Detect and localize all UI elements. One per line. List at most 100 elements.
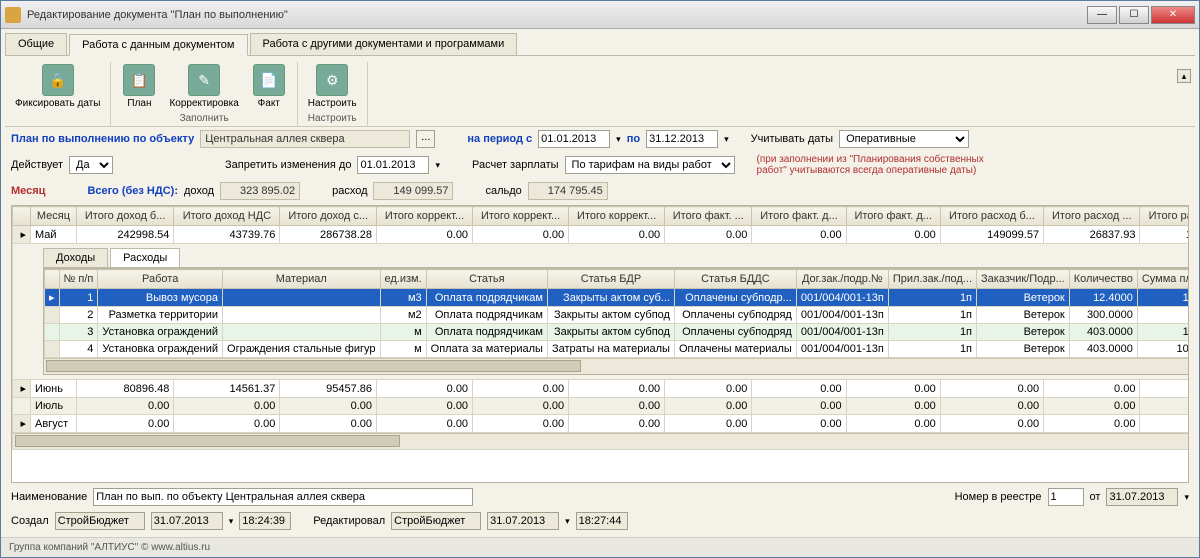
subtab-income[interactable]: Доходы xyxy=(43,248,108,267)
scroll-up-button[interactable]: ▴ xyxy=(1177,69,1191,83)
total-label: Всего (без НДС): xyxy=(87,185,178,197)
grid-col-header[interactable]: Итого доход б... xyxy=(76,207,173,226)
summary-grid[interactable]: МесяцИтого доход б...Итого доход НДСИтог… xyxy=(11,205,1189,483)
grid-hscroll[interactable] xyxy=(13,433,1189,449)
expense-label: расход xyxy=(332,185,367,197)
detail-hscroll[interactable] xyxy=(44,358,1189,374)
correction-button[interactable]: ✎Корректировка xyxy=(163,62,244,111)
salary-select[interactable]: По тарифам на виды работ xyxy=(565,156,735,174)
period-from-label: на период с xyxy=(467,133,532,145)
detail-col-header[interactable]: Статья БДДС xyxy=(674,270,796,289)
detail-col-header[interactable]: Дог.зак./подр.№ xyxy=(796,270,888,289)
tab-general[interactable]: Общие xyxy=(5,33,67,55)
active-select[interactable]: Да xyxy=(69,156,113,174)
grid-col-header[interactable]: Итого факт. д... xyxy=(752,207,846,226)
reg-label: Номер в реестре xyxy=(955,491,1042,503)
fact-button[interactable]: 📄Факт xyxy=(245,62,293,111)
dates-note: (при заполнении из "Планирования собстве… xyxy=(757,154,1017,176)
correction-icon: ✎ xyxy=(188,64,220,96)
detail-col-header[interactable]: Сумма план. бе... xyxy=(1137,270,1189,289)
detail-row[interactable]: 3Установка ограждениймОплата подрядчикам… xyxy=(45,324,1190,341)
detail-row[interactable]: ▸1Вывоз мусорам3Оплата подрядчикамЗакрыт… xyxy=(45,289,1190,307)
name-label: Наименование xyxy=(11,491,87,503)
salary-label: Расчет зарплаты xyxy=(472,159,559,171)
grid-col-header[interactable]: Итого факт. ... xyxy=(665,207,752,226)
grid-col-header[interactable]: Итого коррект... xyxy=(377,207,473,226)
detail-col-header[interactable]: Статья БДР xyxy=(547,270,674,289)
forbid-date-input[interactable] xyxy=(357,156,429,174)
fact-icon: 📄 xyxy=(253,64,285,96)
calendar-lock-icon: 🔒 xyxy=(42,64,74,96)
saldo-value: 174 795.45 xyxy=(528,182,608,200)
object-label: План по выполнению по объекту xyxy=(11,133,194,145)
ribbon-group-fill: Заполнить xyxy=(115,111,292,126)
main-tabs: Общие Работа с данным документом Работа … xyxy=(5,33,1195,56)
grid-row[interactable]: Июль0.000.000.000.000.000.000.000.000.00… xyxy=(13,398,1190,415)
month-label: Месяц xyxy=(11,185,45,197)
detail-col-header[interactable]: Работа xyxy=(98,270,223,289)
saldo-label: сальдо xyxy=(485,185,521,197)
detail-row[interactable]: 4Установка огражденийОграждения стальные… xyxy=(45,341,1190,358)
reg-number-input[interactable] xyxy=(1048,488,1084,506)
grid-col-header[interactable]: Итого доход с... xyxy=(280,207,377,226)
tab-other-docs[interactable]: Работа с другими документами и программа… xyxy=(250,33,518,55)
income-value: 323 895.02 xyxy=(220,182,300,200)
tab-work-doc[interactable]: Работа с данным документом xyxy=(69,34,247,56)
edited-by xyxy=(391,512,481,530)
created-time xyxy=(239,512,291,530)
grid-col-header[interactable]: Итого доход НДС xyxy=(174,207,280,226)
period-from-input[interactable] xyxy=(538,130,610,148)
grid-col-header[interactable]: Итого расход с... xyxy=(1140,207,1189,226)
detail-col-header[interactable]: Прил.зак./под... xyxy=(888,270,976,289)
take-dates-select[interactable]: Оперативные xyxy=(839,130,969,148)
name-input[interactable] xyxy=(93,488,473,506)
created-by xyxy=(55,512,145,530)
grid-col-header[interactable]: Месяц xyxy=(31,207,77,226)
grid-col-header[interactable]: Итого коррект... xyxy=(569,207,665,226)
maximize-button[interactable]: ☐ xyxy=(1119,6,1149,24)
expense-value: 149 099.57 xyxy=(373,182,453,200)
window-title: Редактирование документа "План по выполн… xyxy=(27,9,1087,21)
object-field[interactable]: Центральная аллея сквера xyxy=(200,130,410,148)
detail-row[interactable]: 2Разметка территориим2Оплата подрядчикам… xyxy=(45,307,1190,324)
statusbar: Группа компаний "АЛТИУС" © www.altius.ru xyxy=(1,537,1199,557)
close-button[interactable]: ✕ xyxy=(1151,6,1195,24)
ribbon: 🔒Фиксировать даты 📋План ✎Корректировка 📄… xyxy=(5,58,1195,127)
created-label: Создал xyxy=(11,515,49,527)
income-label: доход xyxy=(184,185,214,197)
plan-button[interactable]: 📋План xyxy=(115,62,163,111)
settings-button[interactable]: ⚙Настроить xyxy=(302,62,363,111)
detail-col-header[interactable]: Количество xyxy=(1069,270,1137,289)
edited-label: Редактировал xyxy=(313,515,385,527)
grid-col-header[interactable]: Итого факт. д... xyxy=(846,207,940,226)
edited-date xyxy=(487,512,559,530)
edited-time xyxy=(576,512,628,530)
grid-col-header[interactable]: Итого коррект... xyxy=(473,207,569,226)
fix-dates-button[interactable]: 🔒Фиксировать даты xyxy=(9,62,106,111)
subtab-expense[interactable]: Расходы xyxy=(110,248,180,267)
grid-row[interactable]: ▸Май242998.5443739.76286738.280.000.000.… xyxy=(13,226,1190,244)
take-dates-label: Учитывать даты xyxy=(751,133,833,145)
titlebar: Редактирование документа "План по выполн… xyxy=(1,1,1199,29)
grid-col-header[interactable]: Итого расход ... xyxy=(1044,207,1140,226)
detail-col-header[interactable]: Заказчик/Подр... xyxy=(977,270,1070,289)
app-icon xyxy=(5,7,21,23)
ribbon-group-settings: Настроить xyxy=(302,111,363,126)
detail-col-header[interactable]: Материал xyxy=(223,270,380,289)
minimize-button[interactable]: — xyxy=(1087,6,1117,24)
plan-icon: 📋 xyxy=(123,64,155,96)
reg-date-input[interactable] xyxy=(1106,488,1178,506)
period-to-input[interactable] xyxy=(646,130,718,148)
grid-row[interactable]: ▸Июнь80896.4814561.3795457.860.000.000.0… xyxy=(13,380,1190,398)
reg-from-label: от xyxy=(1090,491,1101,503)
grid-row[interactable]: ▸Август0.000.000.000.000.000.000.000.000… xyxy=(13,415,1190,433)
detail-grid[interactable]: № п/пРаботаМатериалед.изм.СтатьяСтатья Б… xyxy=(43,268,1189,375)
detail-col-header[interactable]: № п/п xyxy=(59,270,98,289)
grid-col-header[interactable]: Итого расход б... xyxy=(940,207,1043,226)
detail-col-header[interactable]: Статья xyxy=(426,270,547,289)
object-lookup-button[interactable]: ... xyxy=(416,130,435,148)
active-label: Действует xyxy=(11,159,63,171)
created-date xyxy=(151,512,223,530)
detail-col-header[interactable]: ед.изм. xyxy=(380,270,426,289)
gear-icon: ⚙ xyxy=(316,64,348,96)
